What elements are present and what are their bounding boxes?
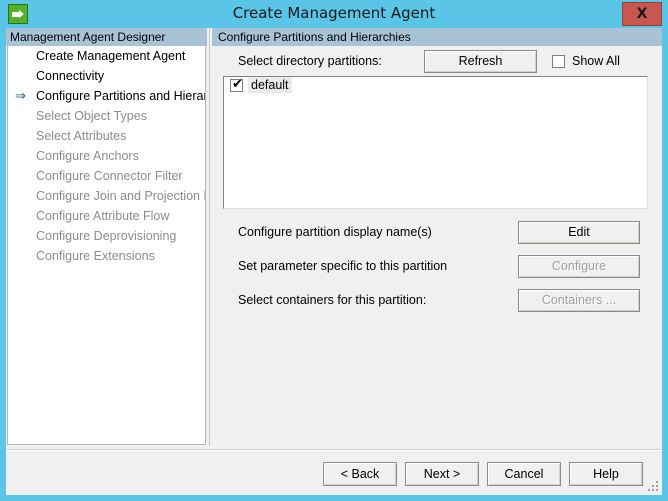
title-bar: Create Management Agent X — [0, 0, 668, 28]
wizard-step-0[interactable]: Create Management Agent — [8, 46, 205, 66]
wizard-step-1[interactable]: Connectivity — [8, 66, 205, 86]
right-pane-header: Configure Partitions and Hierarchies — [212, 28, 662, 46]
bottom-button-bar: < Back Next > Cancel Help — [6, 451, 662, 495]
partition-label: default — [248, 77, 292, 93]
wizard-step-10: Configure Extensions — [8, 246, 205, 266]
wizard-step-label: Configure Extensions — [36, 249, 155, 263]
current-step-arrow-icon: ⇒ — [15, 88, 26, 103]
right-pane: Configure Partitions and Hierarchies Sel… — [212, 28, 662, 446]
wizard-step-8: Configure Attribute Flow — [8, 206, 205, 226]
refresh-button[interactable]: Refresh — [424, 50, 537, 73]
back-button[interactable]: < Back — [323, 462, 397, 486]
partition-checkbox[interactable]: ✔ — [230, 77, 243, 92]
wizard-step-4: Select Attributes — [8, 126, 205, 146]
wizard-step-label: Configure Deprovisioning — [36, 229, 177, 243]
partition-list-item[interactable]: ✔ default — [224, 77, 647, 95]
edit-button[interactable]: Edit — [518, 221, 640, 244]
client-area: Management Agent Designer Create Managem… — [6, 28, 662, 495]
wizard-step-label: Select Object Types — [36, 109, 147, 123]
grip-dot — [652, 489, 654, 491]
grip-dot — [652, 485, 654, 487]
window-title: Create Management Agent — [232, 4, 436, 22]
wizard-step-label: Configure Join and Projection Rules — [36, 189, 205, 203]
partitions-listbox[interactable]: ✔ default — [223, 76, 648, 209]
wizard-step-2[interactable]: ⇒ Configure Partitions and Hierarchies — [8, 86, 205, 106]
configure-button: Configure — [518, 255, 640, 278]
action-label-display-names: Configure partition display name(s) — [238, 225, 432, 239]
grip-dot — [656, 489, 658, 491]
show-all-checkbox[interactable] — [552, 55, 565, 68]
wizard-step-6: Configure Connector Filter — [8, 166, 205, 186]
wizard-step-label: Configure Attribute Flow — [36, 209, 170, 223]
close-button[interactable]: X — [622, 2, 662, 26]
cancel-button[interactable]: Cancel — [487, 462, 561, 486]
action-row-containers: Select containers for this partition: Co… — [212, 289, 662, 313]
wizard-step-label: Connectivity — [36, 69, 105, 83]
wizard-step-label: Create Management Agent — [36, 49, 186, 63]
show-all-label: Show All — [572, 54, 620, 68]
grip-dot — [656, 485, 658, 487]
show-all-checkbox-group[interactable]: Show All — [552, 53, 652, 71]
wizard-step-label: Configure Partitions and Hierarchies — [36, 89, 205, 103]
wizard-step-7: Configure Join and Projection Rules — [8, 186, 205, 206]
wizard-step-list: Create Management Agent Connectivity ⇒ Conf… — [7, 46, 206, 445]
left-pane: Management Agent Designer Create Managem… — [6, 28, 207, 446]
partitions-label: Select directory partitions: — [238, 54, 382, 68]
action-row-display-names: Configure partition display name(s) Edit — [212, 221, 662, 245]
resize-grip[interactable] — [646, 479, 660, 493]
wizard-step-label: Select Attributes — [36, 129, 127, 143]
wizard-step-5: Configure Anchors — [8, 146, 205, 166]
pane-divider — [209, 28, 211, 446]
left-pane-header: Management Agent Designer — [6, 28, 207, 46]
action-label-containers: Select containers for this partition: — [238, 293, 427, 307]
grip-dot — [656, 481, 658, 483]
containers-button: Containers ... — [518, 289, 640, 312]
next-button[interactable]: Next > — [405, 462, 479, 486]
dialog-window: Create Management Agent X Management Age… — [0, 0, 668, 501]
help-button[interactable]: Help — [569, 462, 643, 486]
wizard-step-3: Select Object Types — [8, 106, 205, 126]
check-icon: ✔ — [232, 77, 243, 92]
grip-dot — [648, 489, 650, 491]
wizard-step-label: Configure Anchors — [36, 149, 139, 163]
wizard-step-9: Configure Deprovisioning — [8, 226, 205, 246]
action-row-parameters: Set parameter specific to this partition… — [212, 255, 662, 279]
action-label-parameters: Set parameter specific to this partition — [238, 259, 448, 273]
wizard-step-label: Configure Connector Filter — [36, 169, 183, 183]
